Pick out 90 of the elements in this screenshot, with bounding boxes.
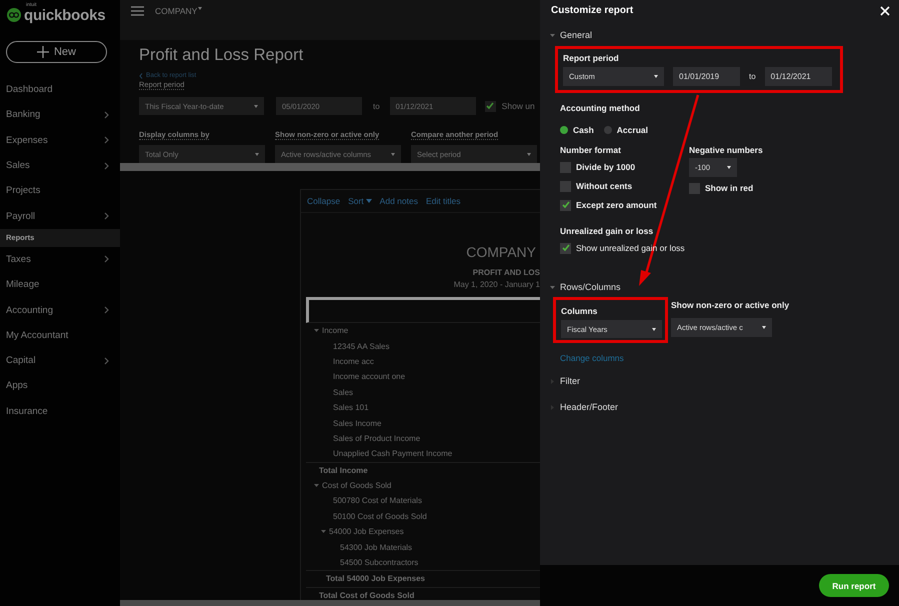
checkbox-label: Show in red <box>705 183 754 193</box>
checkbox-label: Without cents <box>576 181 632 191</box>
toolbar-link[interactable]: Add notes <box>380 196 418 206</box>
checkbox[interactable] <box>560 200 571 210</box>
toolbar-link[interactable]: Collapse <box>307 196 340 206</box>
row-label: Cost of Goods Sold <box>322 481 392 490</box>
to-label: to <box>373 102 380 110</box>
sidebar-item[interactable]: Taxes <box>0 246 120 272</box>
sidebar-item[interactable]: Dashboard <box>0 77 120 102</box>
caret-icon[interactable] <box>314 483 319 488</box>
caret-icon[interactable] <box>321 529 326 534</box>
sidebar-item[interactable]: Mileage <box>0 272 120 298</box>
to-label: to <box>749 72 756 81</box>
brand-name: quickbooks <box>24 8 106 23</box>
report-title: PROFIT AND LOS <box>472 268 540 277</box>
checkbox[interactable] <box>484 100 496 112</box>
checkbox-label: Divide by 1000 <box>576 162 636 172</box>
section-toggle[interactable]: Rows/Columns <box>551 279 899 295</box>
field-label: Unrealized gain or loss <box>560 226 654 236</box>
row-label: Total Cost of Goods Sold <box>319 590 414 600</box>
radio-button[interactable] <box>604 126 612 134</box>
page-title: Profit and Loss Report <box>139 46 304 66</box>
run-report-button[interactable]: Run report <box>819 574 889 597</box>
row-label: Total Income <box>319 466 368 475</box>
toolbar-link[interactable]: Edit titles <box>426 196 460 206</box>
field-label: Negative numbers <box>689 145 763 155</box>
caret-icon <box>198 6 202 10</box>
row-label: 500780 Cost of Materials <box>333 496 422 506</box>
field-label: Accounting method <box>560 103 641 113</box>
report-dates: May 1, 2020 - January 1 <box>454 280 540 289</box>
sidebar-item[interactable]: Apps <box>0 373 120 399</box>
field-label: Number format <box>560 145 622 155</box>
field-label: Columns <box>561 306 598 316</box>
row-label: 54300 Job Materials <box>340 542 412 552</box>
back-chevron-icon <box>139 72 143 78</box>
row-label: 12345 AA Sales <box>333 342 390 351</box>
row-label: Sales <box>333 388 354 397</box>
sidebar-item[interactable]: Payroll <box>0 203 120 229</box>
row-label: Sales 101 <box>333 403 369 412</box>
row-label: Sales Income <box>333 418 382 428</box>
menu-icon[interactable] <box>131 6 144 16</box>
checkbox[interactable] <box>560 242 571 254</box>
caret-icon <box>550 32 555 38</box>
sidebar-item[interactable]: My Accountant <box>0 322 120 348</box>
radio-button[interactable] <box>560 126 568 134</box>
section-toggle[interactable]: General <box>551 27 899 43</box>
sidebar-item[interactable]: Insurance <box>0 398 120 424</box>
logo-icon <box>7 8 21 22</box>
date-field[interactable]: 01/12/2021 <box>764 67 832 86</box>
checkbox[interactable] <box>560 162 571 172</box>
horizontal-scrollbar[interactable] <box>120 163 540 171</box>
new-button[interactable]: New <box>6 41 107 63</box>
checkbox[interactable] <box>689 182 700 194</box>
date-field[interactable]: 01/01/2019 <box>673 67 740 86</box>
sidebar-item[interactable]: Capital <box>0 348 120 374</box>
field-label: Report period <box>563 53 620 63</box>
radio-label: Cash <box>573 125 594 135</box>
row-label: Unapplied Cash Payment Income <box>333 449 452 458</box>
caret-icon <box>550 284 555 290</box>
row-label: Income <box>322 326 348 336</box>
caret-icon[interactable] <box>314 328 319 334</box>
row-label: Income acc <box>333 356 374 366</box>
row-label: Sales of Product Income <box>333 434 420 443</box>
close-icon[interactable] <box>880 6 890 16</box>
sidebar-item[interactable]: Projects <box>0 178 120 204</box>
change-columns-link[interactable]: Change columns <box>560 353 899 363</box>
report-company: COMPANY <box>466 244 537 260</box>
horizontal-scrollbar[interactable] <box>120 600 540 606</box>
panel-title: Customize report <box>551 5 634 16</box>
row-label: 50100 Cost of Goods Sold <box>333 512 427 521</box>
caret-icon <box>550 378 555 384</box>
caret-icon <box>550 404 555 410</box>
section-toggle[interactable]: Header/Footer <box>551 399 899 415</box>
sidebar-item[interactable]: Banking <box>0 102 120 128</box>
sidebar-item[interactable]: Sales <box>0 152 120 178</box>
row-label: 54500 Subcontractors <box>340 558 418 568</box>
company-menu[interactable]: COMPANY <box>155 6 198 16</box>
sidebar-item[interactable]: Expenses <box>0 128 120 153</box>
sidebar-item[interactable]: Accounting <box>0 297 120 323</box>
checkbox-label: Except zero amount <box>576 200 657 210</box>
section-toggle[interactable]: Filter <box>551 373 899 389</box>
checkbox-label: Show un <box>502 101 535 111</box>
checkbox[interactable] <box>560 180 571 192</box>
radio-label: Accrual <box>616 125 648 135</box>
row-label: Total 54000 Job Expenses <box>326 574 426 584</box>
toolbar-link[interactable]: Sort <box>348 196 372 206</box>
row-label: Income account one <box>333 372 406 382</box>
row-label: 54000 Job Expenses <box>329 527 404 536</box>
field-label: Show non-zero or active only <box>671 300 790 310</box>
plus-icon <box>36 46 49 58</box>
